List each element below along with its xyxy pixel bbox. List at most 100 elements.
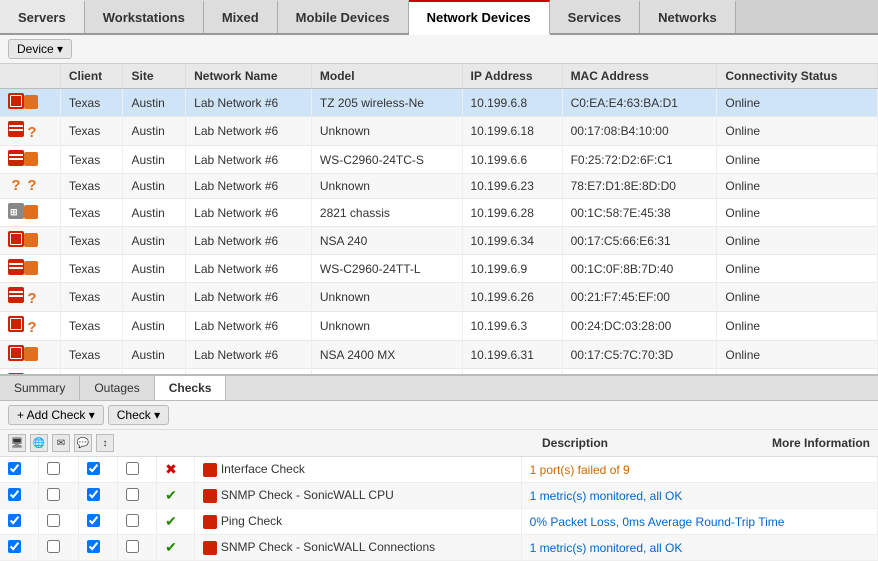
- row-model: WS-C2960-24TT-L: [311, 255, 462, 283]
- tab-mobile[interactable]: Mobile Devices: [278, 0, 409, 33]
- row-network: Lab Network #6: [186, 341, 312, 369]
- check-cb2[interactable]: [39, 457, 78, 483]
- tab-servers[interactable]: Servers: [0, 0, 85, 33]
- row-status: Online: [717, 255, 878, 283]
- check-cb3[interactable]: [78, 457, 117, 483]
- row-model: Unknown: [311, 312, 462, 341]
- check-cb2[interactable]: [39, 535, 78, 561]
- row-network: Lab Network #6: [186, 312, 312, 341]
- row-ip: 10.199.6.18: [462, 117, 562, 146]
- row-network: Lab Network #6: [186, 283, 312, 312]
- check-status: ✔: [157, 483, 195, 509]
- check-cb4[interactable]: [117, 509, 156, 535]
- col-email-icon[interactable]: ✉: [52, 434, 70, 452]
- col-ip-header: IP Address: [462, 64, 562, 89]
- table-row[interactable]: Texas Austin Lab Network #6 WS-C2960-24T…: [0, 255, 878, 283]
- table-row[interactable]: Texas Austin Lab Network #6 WS-C2960-24T…: [0, 146, 878, 174]
- tab-services[interactable]: Services: [550, 0, 641, 33]
- col-site-header: Site: [123, 64, 186, 89]
- row-site: Austin: [123, 283, 186, 312]
- check-cb2[interactable]: [39, 483, 78, 509]
- table-row[interactable]: ? Texas Austin Lab Network #6 Unknown 10…: [0, 117, 878, 146]
- table-row[interactable]: ⊞ Texas Austin Lab Network #6 2821 chass…: [0, 199, 878, 227]
- row-icons: ?: [0, 117, 60, 146]
- check-status: ✖: [157, 457, 195, 483]
- check-cb4[interactable]: [117, 457, 156, 483]
- check-cb1[interactable]: [0, 535, 39, 561]
- table-row[interactable]: Texas Austin Lab Network #6 TZ 205 wirel…: [0, 89, 878, 117]
- check-more-info[interactable]: 0% Packet Loss, 0ms Average Round-Trip T…: [521, 509, 877, 535]
- check-cb3[interactable]: [78, 535, 117, 561]
- status-fail-icon: ✖: [165, 461, 177, 477]
- check-cb4[interactable]: [117, 535, 156, 561]
- col-status-header: Connectivity Status: [717, 64, 878, 89]
- bottom-tab-outages[interactable]: Outages: [80, 376, 154, 400]
- tab-networks[interactable]: Networks: [640, 0, 736, 33]
- bottom-tab-summary[interactable]: Summary: [0, 376, 80, 400]
- row-site: Austin: [123, 117, 186, 146]
- row-client: Texas: [60, 117, 123, 146]
- check-btn[interactable]: Check ▾: [108, 405, 169, 425]
- row-network: Lab Network #6: [186, 174, 312, 199]
- check-more-info[interactable]: 1 metric(s) monitored, all OK: [521, 483, 877, 509]
- row-mac: 00:17:C5:66:E6:31: [562, 227, 717, 255]
- row-network: Lab Network #6: [186, 199, 312, 227]
- row-ip: 10.199.6.9: [462, 255, 562, 283]
- tab-network-devices[interactable]: Network Devices: [409, 0, 550, 35]
- check-description: SNMP Check - SonicWALL CPU: [194, 483, 521, 509]
- row-status: Online: [717, 146, 878, 174]
- check-more-info[interactable]: 1 port(s) failed of 9: [521, 457, 877, 483]
- list-item: ✔ Ping Check 0% Packet Loss, 0ms Average…: [0, 509, 878, 535]
- table-row[interactable]: ?? Texas Austin Lab Network #6 Unknown 1…: [0, 174, 878, 199]
- row-icons: [0, 255, 60, 283]
- row-icons: ??: [0, 174, 60, 199]
- row-ip: 10.199.6.23: [462, 174, 562, 199]
- list-item: ✔ SNMP Check - SonicWALL Connections 1 m…: [0, 535, 878, 561]
- row-mac: C0:EA:E4:63:BA:D1: [562, 89, 717, 117]
- check-more-info[interactable]: 1 metric(s) monitored, all OK: [521, 535, 877, 561]
- list-item: ✖ Interface Check 1 port(s) failed of 9: [0, 457, 878, 483]
- bottom-tabs: Summary Outages Checks: [0, 376, 878, 401]
- main-tabs: Servers Workstations Mixed Mobile Device…: [0, 0, 878, 35]
- row-site: Austin: [123, 146, 186, 174]
- table-row[interactable]: Texas Austin Lab Network #6 NSA 2400 MX …: [0, 341, 878, 369]
- checks-table-wrapper: ✖ Interface Check 1 port(s) failed of 9 …: [0, 457, 878, 561]
- check-cb1[interactable]: [0, 509, 39, 535]
- table-row[interactable]: ? Texas Austin Lab Network #6 Unknown 10…: [0, 283, 878, 312]
- check-cb1[interactable]: [0, 457, 39, 483]
- row-mac: 00:17:08:B4:10:00: [562, 117, 717, 146]
- row-ip: 10.199.6.28: [462, 199, 562, 227]
- check-cb2[interactable]: [39, 509, 78, 535]
- tab-workstations[interactable]: Workstations: [85, 0, 204, 33]
- row-status: Online: [717, 283, 878, 312]
- row-ip: 10.199.6.3: [462, 312, 562, 341]
- col-network-icon[interactable]: 🌐: [30, 434, 48, 452]
- row-ip: 10.199.6.34: [462, 227, 562, 255]
- check-cb1[interactable]: [0, 483, 39, 509]
- col-model-header: Model: [311, 64, 462, 89]
- bottom-tab-checks[interactable]: Checks: [155, 376, 227, 400]
- check-cb3[interactable]: [78, 483, 117, 509]
- add-check-btn[interactable]: + Add Check ▾: [8, 405, 104, 425]
- device-dropdown-btn[interactable]: Device ▾: [8, 39, 72, 59]
- row-model: NSA 2400 MX: [311, 341, 462, 369]
- check-cb3[interactable]: [78, 509, 117, 535]
- row-icons: [0, 227, 60, 255]
- col-chat-icon[interactable]: 💬: [74, 434, 92, 452]
- row-ip: 10.199.6.8: [462, 89, 562, 117]
- check-description: SNMP Check - SonicWALL Connections: [194, 535, 521, 561]
- row-ip: 10.199.6.31: [462, 341, 562, 369]
- check-cb4[interactable]: [117, 483, 156, 509]
- row-network: Lab Network #6: [186, 89, 312, 117]
- col-monitor-icon[interactable]: 🖥: [8, 434, 26, 452]
- table-row[interactable]: Texas Austin Lab Network #6 NSA 240 10.1…: [0, 227, 878, 255]
- check-description: Interface Check: [194, 457, 521, 483]
- row-status: Online: [717, 89, 878, 117]
- checks-toolbar: + Add Check ▾ Check ▾: [0, 401, 878, 430]
- row-status: Online: [717, 341, 878, 369]
- table-row[interactable]: ? Texas Austin Lab Network #6 Unknown 10…: [0, 312, 878, 341]
- tab-mixed[interactable]: Mixed: [204, 0, 278, 33]
- col-sort-icon[interactable]: ↕: [96, 434, 114, 452]
- row-ip: 10.199.6.6: [462, 146, 562, 174]
- row-client: Texas: [60, 227, 123, 255]
